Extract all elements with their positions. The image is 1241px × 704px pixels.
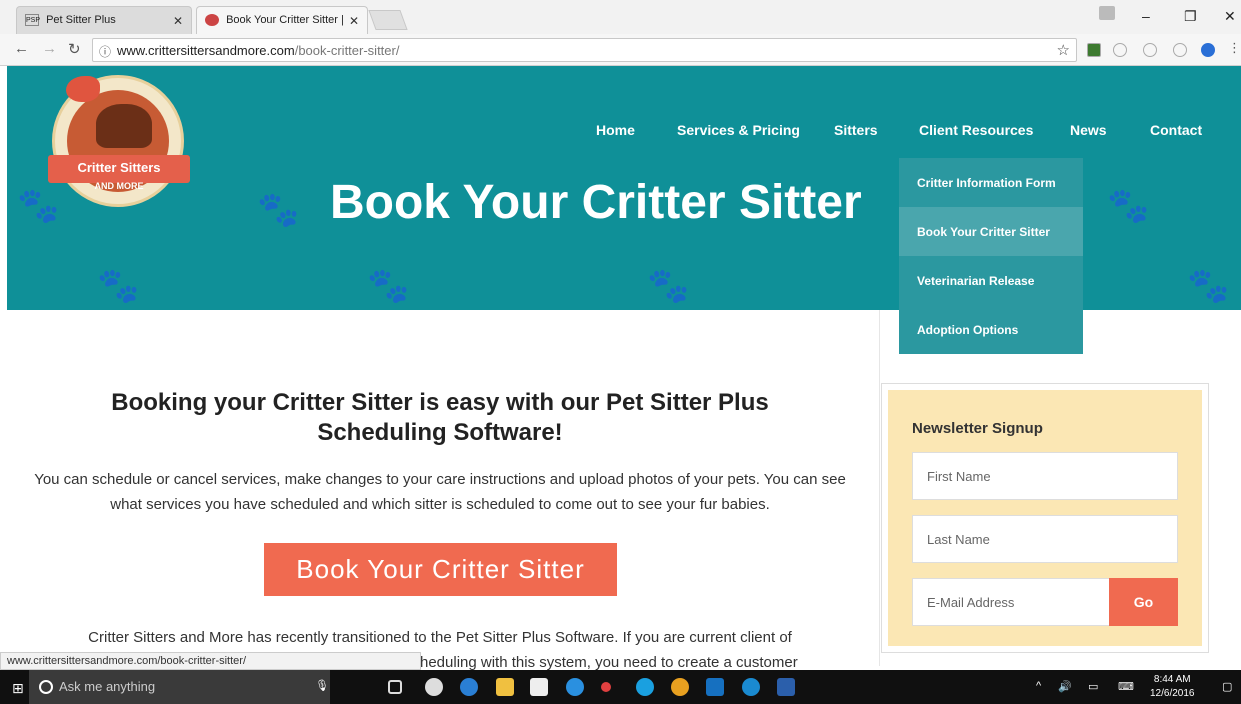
email-field[interactable]: E-Mail Address — [912, 578, 1110, 626]
heading-line: Booking your Critter Sitter is easy with… — [111, 389, 769, 416]
cat-icon — [96, 104, 152, 148]
close-window-icon[interactable]: ✕ — [1224, 8, 1236, 25]
cat-silhouette-icon: 🐾 — [257, 191, 300, 229]
newsletter-panel: Newsletter Signup First Name Last Name E… — [888, 390, 1202, 646]
nav-home[interactable]: Home — [596, 122, 635, 138]
cat-silhouette-icon: 🐾 — [97, 267, 140, 305]
edge-icon[interactable] — [460, 678, 478, 696]
windows-start-icon[interactable]: ⊞ — [12, 680, 24, 697]
clock-time: 8:44 AM — [1153, 674, 1191, 685]
dropdown-item-veterinarian-release[interactable]: Veterinarian Release — [899, 256, 1083, 305]
cat-silhouette-icon: 🐾 — [367, 267, 410, 305]
cat-silhouette-icon: 🐾 — [1187, 267, 1230, 305]
newsletter-title: Newsletter Signup — [912, 420, 1043, 437]
paragraph-line: Critter Sitters and More has recently tr… — [88, 629, 792, 646]
restore-icon[interactable]: ❐ — [1184, 8, 1197, 25]
extension-icon[interactable] — [1113, 43, 1127, 57]
browser-tab-strip: PSP Pet Sitter Plus ✕ Book Your Critter … — [0, 0, 1241, 34]
logo-subtext: AND MORE — [94, 181, 144, 191]
nav-services-pricing[interactable]: Services & Pricing — [677, 122, 800, 138]
cortana-circle-icon — [39, 680, 53, 694]
close-tab-icon[interactable]: ✕ — [173, 14, 183, 28]
book-critter-sitter-button[interactable]: Book Your Critter Sitter — [264, 543, 617, 596]
nav-news[interactable]: News — [1070, 122, 1107, 138]
link-status-bar: www.crittersittersandmore.com/book-critt… — [0, 652, 421, 670]
volume-icon[interactable]: 🔊 — [1058, 680, 1072, 693]
client-resources-dropdown: Critter Information Form Book Your Critt… — [899, 158, 1083, 354]
chrome-icon[interactable] — [671, 678, 689, 696]
internet-explorer-icon[interactable] — [566, 678, 584, 696]
user-profile-icon[interactable] — [1099, 6, 1115, 20]
extension-icon[interactable] — [1173, 43, 1187, 57]
extension-icon[interactable] — [1143, 43, 1157, 57]
new-tab-button[interactable] — [368, 10, 408, 30]
system-clock[interactable]: 8:44 AM 12/6/2016 — [1150, 673, 1195, 701]
intro-paragraph: You can schedule or cancel services, mak… — [34, 471, 846, 513]
extension-blue-icon[interactable] — [1201, 43, 1215, 57]
extension-check-icon[interactable] — [1087, 43, 1101, 57]
forward-arrow-icon[interactable]: → — [42, 40, 57, 57]
url-input[interactable]: ⓘ www.crittersittersandmore.com/book-cri… — [92, 38, 1077, 62]
stopwatch-icon[interactable] — [425, 678, 443, 696]
address-bar: ← → ↻ ⓘ www.crittersittersandmore.com/bo… — [0, 34, 1241, 66]
clock-date: 12/6/2016 — [1150, 688, 1195, 699]
minimize-icon[interactable]: – — [1142, 8, 1150, 24]
task-view-icon[interactable] — [388, 680, 402, 694]
skype-business-icon[interactable] — [742, 678, 760, 696]
page-heading: Booking your Critter Sitter is easy with… — [60, 388, 820, 448]
psp-favicon-icon: PSP — [25, 14, 40, 27]
tab-label: Book Your Critter Sitter | — [226, 14, 344, 26]
heading-line: Scheduling Software! — [317, 419, 563, 446]
cat-silhouette-icon: 🐾 — [17, 187, 60, 225]
back-arrow-icon[interactable]: ← — [14, 40, 29, 57]
nav-contact[interactable]: Contact — [1150, 122, 1202, 138]
close-tab-icon[interactable]: ✕ — [349, 14, 359, 28]
flickr-icon[interactable] — [601, 682, 611, 692]
nav-client-resources[interactable]: Client Resources — [919, 122, 1033, 138]
sidebar-divider — [879, 310, 880, 666]
reload-icon[interactable]: ↻ — [68, 40, 81, 58]
tab-label: Pet Sitter Plus — [46, 14, 116, 26]
word-icon[interactable] — [777, 678, 795, 696]
newsletter-go-button[interactable]: Go — [1109, 578, 1178, 626]
search-placeholder: Ask me anything — [59, 679, 156, 694]
url-host: www.crittersittersandmore.com — [117, 43, 295, 58]
newsletter-widget: Newsletter Signup First Name Last Name E… — [881, 383, 1209, 653]
dropdown-item-adoption-options[interactable]: Adoption Options — [899, 305, 1083, 354]
outlook-icon[interactable] — [706, 678, 724, 696]
logo-text: Critter Sitters — [77, 160, 161, 175]
bookmark-star-icon[interactable]: ☆ — [1057, 41, 1070, 59]
tray-chevron-icon[interactable]: ^ — [1036, 680, 1041, 692]
nav-sitters[interactable]: Sitters — [834, 122, 878, 138]
cat-silhouette-icon: 🐾 — [1107, 187, 1150, 225]
bird-icon — [66, 76, 100, 102]
info-icon[interactable]: ⓘ — [99, 43, 111, 60]
store-icon[interactable] — [530, 678, 548, 696]
critter-favicon-icon — [205, 14, 219, 27]
url-path: /book-critter-sitter/ — [294, 43, 400, 58]
hero-title: Book Your Critter Sitter — [330, 176, 862, 221]
dropdown-item-critter-information-form[interactable]: Critter Information Form — [899, 158, 1083, 207]
last-name-field[interactable]: Last Name — [912, 515, 1178, 563]
tab-book-your-critter-sitter[interactable]: Book Your Critter Sitter | ✕ — [196, 6, 368, 34]
battery-icon[interactable]: ▭ — [1088, 680, 1098, 693]
microphone-icon[interactable]: 🎙 — [315, 679, 329, 692]
dropdown-item-book-your-critter-sitter[interactable]: Book Your Critter Sitter — [899, 207, 1083, 256]
menu-dots-icon[interactable]: ⋮ — [1228, 40, 1241, 56]
cortana-search-box[interactable]: Ask me anything — [29, 670, 330, 704]
cat-silhouette-icon: 🐾 — [647, 267, 690, 305]
keyboard-icon[interactable]: ⌨ — [1118, 680, 1134, 693]
tab-pet-sitter-plus[interactable]: PSP Pet Sitter Plus ✕ — [16, 6, 192, 34]
action-center-icon[interactable]: ▢ — [1222, 680, 1232, 693]
windows-taskbar: ⊞ Ask me anything 🎙 ^ 🔊 ▭ ⌨ 8:44 AM 12/6… — [0, 670, 1241, 704]
file-explorer-icon[interactable] — [496, 678, 514, 696]
skype-icon[interactable] — [636, 678, 654, 696]
first-name-field[interactable]: First Name — [912, 452, 1178, 500]
